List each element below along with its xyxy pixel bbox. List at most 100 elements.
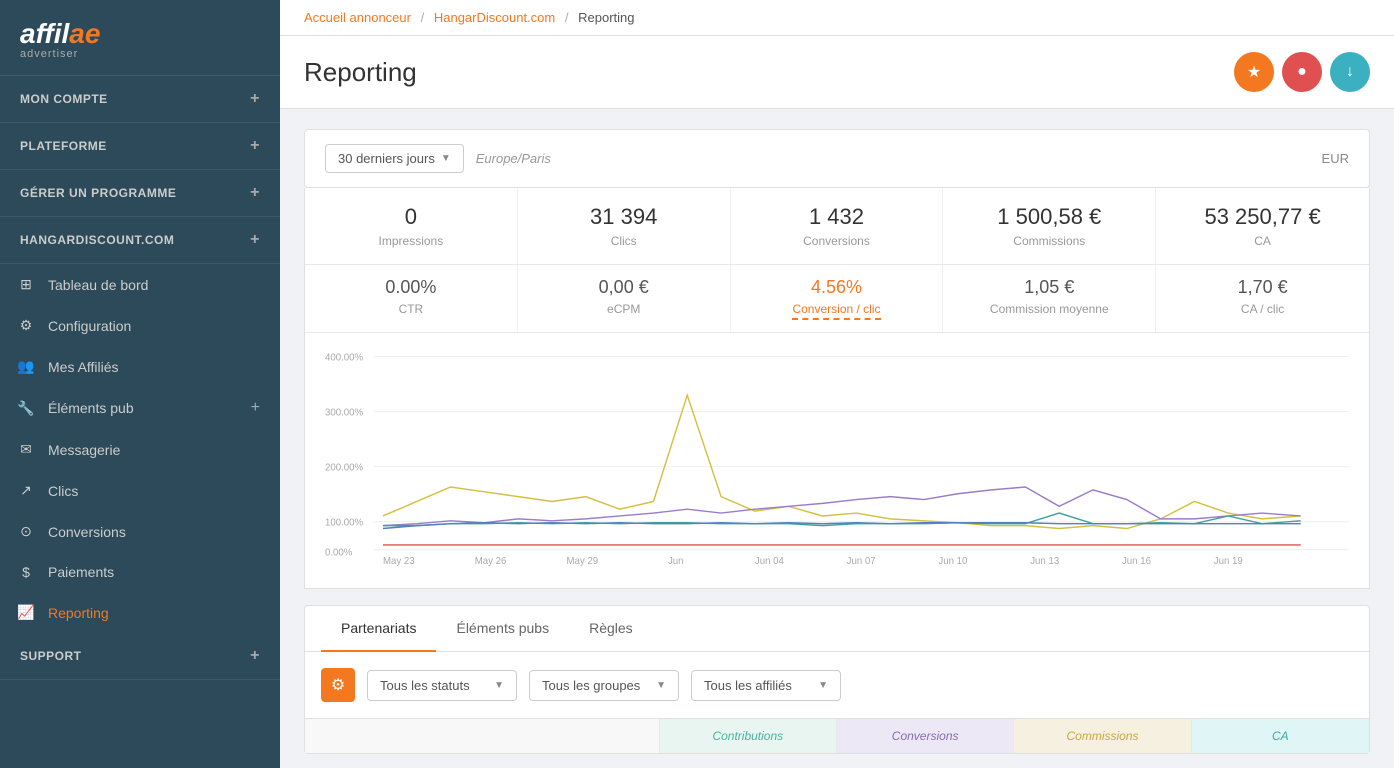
sidebar-item-clics[interactable]: ↗ Clics	[0, 470, 280, 511]
expand-icon: +	[251, 399, 260, 417]
sidebar-item-paiements[interactable]: $ Paiements	[0, 552, 280, 592]
filter-left: 30 derniers jours ▼ Europe/Paris	[325, 144, 551, 173]
stat-ecpm: 0,00 € eCPM	[518, 265, 731, 332]
clics-value: 31 394	[538, 204, 710, 230]
breadcrumb-sep2: /	[565, 10, 569, 25]
affilies-dropdown-arrow: ▼	[818, 680, 828, 691]
star-button[interactable]: ★	[1234, 52, 1274, 92]
ca-value: 53 250,77 €	[1176, 204, 1349, 230]
page-header: Reporting ★ ● ↓	[280, 36, 1394, 109]
stat-ca: 53 250,77 € CA	[1156, 188, 1369, 264]
svg-text:Jun 07: Jun 07	[847, 556, 876, 567]
stats-panel: 30 derniers jours ▼ Europe/Paris EUR 0 I…	[304, 129, 1370, 589]
svg-text:Jun 16: Jun 16	[1122, 556, 1151, 567]
th-commissions: Commissions	[1014, 719, 1191, 753]
sidebar-section-hangardiscount: HANGARDISCOUNT.COM +	[0, 217, 280, 264]
ca-clic-label: CA / clic	[1176, 302, 1349, 316]
plus-icon: +	[250, 137, 260, 155]
table-header: Contributions Conversions Commissions CA	[305, 718, 1369, 753]
chart-icon: 📈	[16, 604, 36, 621]
click-icon: ↗	[16, 482, 36, 499]
impressions-value: 0	[325, 204, 497, 230]
sidebar-section-gerer-programme: GÉRER UN PROGRAMME +	[0, 170, 280, 217]
main-content: Accueil annonceur / HangarDiscount.com /…	[280, 0, 1394, 768]
tab-partenariats[interactable]: Partenariats	[321, 606, 436, 652]
svg-text:Jun 10: Jun 10	[938, 556, 967, 567]
svg-text:Jun 13: Jun 13	[1030, 556, 1059, 567]
download-button[interactable]: ↓	[1330, 52, 1370, 92]
conversions-label: Conversions	[751, 234, 923, 248]
logo: affilae advertiser	[0, 0, 280, 76]
stat-ca-clic: 1,70 € CA / clic	[1156, 265, 1369, 332]
stat-ctr: 0.00% CTR	[305, 265, 518, 332]
plus-icon: +	[250, 231, 260, 249]
tab-elements-pubs[interactable]: Éléments pubs	[436, 606, 569, 652]
stat-impressions: 0 Impressions	[305, 188, 518, 264]
ca-label: CA	[1176, 234, 1349, 248]
sidebar-header-plateforme[interactable]: PLATEFORME +	[0, 123, 280, 169]
commissions-label: Commissions	[963, 234, 1135, 248]
sidebar-header-mon-compte[interactable]: MON COMPTE +	[0, 76, 280, 122]
comm-moy-value: 1,05 €	[963, 277, 1135, 298]
sidebar-item-mes-affilies[interactable]: 👥 Mes Affiliés	[0, 346, 280, 387]
breadcrumb-home[interactable]: Accueil annonceur	[304, 10, 411, 25]
th-ca: CA	[1192, 719, 1369, 753]
sidebar: affilae advertiser MON COMPTE + PLATEFOR…	[0, 0, 280, 768]
clics-label: Clics	[538, 234, 710, 248]
sidebar-section-mon-compte: MON COMPTE +	[0, 76, 280, 123]
commissions-value: 1 500,58 €	[963, 204, 1135, 230]
affilies-filter[interactable]: Tous les affiliés ▼	[691, 670, 841, 701]
groups-dropdown-arrow: ▼	[656, 680, 666, 691]
content-area: 30 derniers jours ▼ Europe/Paris EUR 0 I…	[280, 109, 1394, 768]
tabs: Partenariats Éléments pubs Règles	[305, 606, 1369, 652]
gear-button[interactable]: ⚙	[321, 668, 355, 702]
svg-text:May 26: May 26	[475, 556, 507, 567]
sidebar-header-gerer-programme[interactable]: GÉRER UN PROGRAMME +	[0, 170, 280, 216]
sidebar-item-elements-pub[interactable]: 🔧 Éléments pub +	[0, 387, 280, 429]
svg-text:May 23: May 23	[383, 556, 415, 567]
plus-icon: +	[250, 647, 260, 665]
svg-text:May 29: May 29	[567, 556, 599, 567]
breadcrumb-site[interactable]: HangarDiscount.com	[434, 10, 555, 25]
sidebar-item-messagerie[interactable]: ✉ Messagerie	[0, 429, 280, 470]
grid-icon: ⊞	[16, 276, 36, 293]
conv-clic-label: Conversion / clic	[751, 302, 923, 320]
sidebar-section-support: SUPPORT +	[0, 633, 280, 680]
dropdown-arrow: ▼	[441, 153, 451, 164]
impressions-label: Impressions	[325, 234, 497, 248]
svg-text:400.00%: 400.00%	[325, 352, 364, 363]
sidebar-item-conversions[interactable]: ⊙ Conversions	[0, 511, 280, 552]
th-empty	[305, 719, 660, 753]
sidebar-header-hangardiscount[interactable]: HANGARDISCOUNT.COM +	[0, 217, 280, 263]
svg-text:300.00%: 300.00%	[325, 407, 364, 418]
users-icon: 👥	[16, 358, 36, 375]
sidebar-header-support[interactable]: SUPPORT +	[0, 633, 280, 679]
stat-commissions: 1 500,58 € Commissions	[943, 188, 1156, 264]
status-filter[interactable]: Tous les statuts ▼	[367, 670, 517, 701]
header-actions: ★ ● ↓	[1234, 52, 1370, 92]
record-button[interactable]: ●	[1282, 52, 1322, 92]
sidebar-item-reporting[interactable]: 📈 Reporting	[0, 592, 280, 633]
ecpm-label: eCPM	[538, 302, 710, 316]
timezone-label: Europe/Paris	[476, 151, 551, 166]
stat-comm-moy: 1,05 € Commission moyenne	[943, 265, 1156, 332]
comm-moy-label: Commission moyenne	[963, 302, 1135, 316]
chart-svg: 400.00% 300.00% 200.00% 100.00% 0.00% Ma…	[325, 343, 1349, 573]
ctr-label: CTR	[325, 302, 497, 316]
filter-row: ⚙ Tous les statuts ▼ Tous les groupes ▼ …	[305, 652, 1369, 718]
svg-text:Jun: Jun	[668, 556, 684, 567]
plus-icon: +	[250, 90, 260, 108]
status-filter-label: Tous les statuts	[380, 678, 470, 693]
sidebar-item-configuration[interactable]: ⚙ Configuration	[0, 305, 280, 346]
stats-container: 0 Impressions 31 394 Clics 1 432 Convers…	[304, 188, 1370, 589]
sidebar-item-tableau-de-bord[interactable]: ⊞ Tableau de bord	[0, 264, 280, 305]
tab-regles[interactable]: Règles	[569, 606, 653, 652]
groups-filter[interactable]: Tous les groupes ▼	[529, 670, 679, 701]
stats-row2: 0.00% CTR 0,00 € eCPM 4.56% Conversion /…	[305, 265, 1369, 333]
ecpm-value: 0,00 €	[538, 277, 710, 298]
svg-text:100.00%: 100.00%	[325, 518, 364, 529]
stats-row1: 0 Impressions 31 394 Clics 1 432 Convers…	[305, 188, 1369, 265]
affilies-filter-label: Tous les affiliés	[704, 678, 792, 693]
gear-icon: ⚙	[16, 317, 36, 334]
period-select[interactable]: 30 derniers jours ▼	[325, 144, 464, 173]
